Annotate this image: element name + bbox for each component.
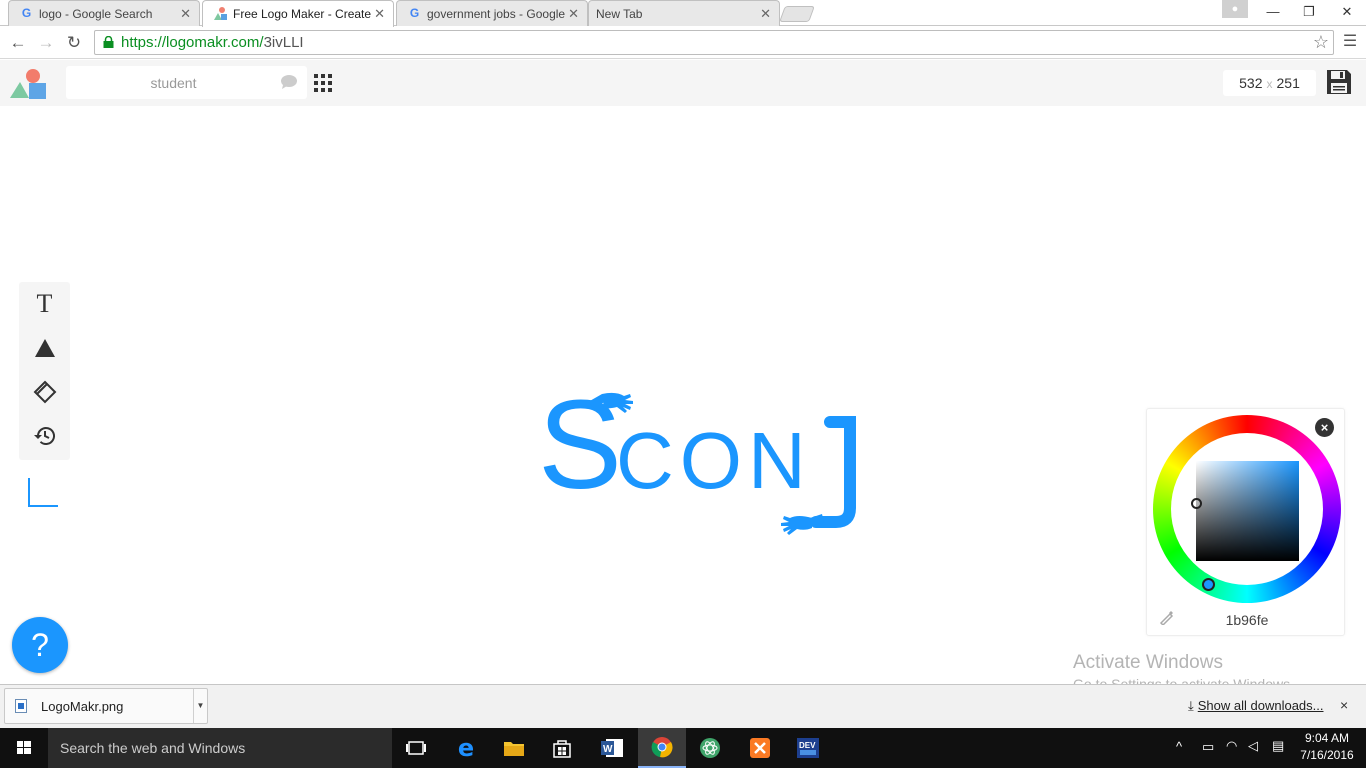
taskbar-clock[interactable]: 9:04 AM 7/16/2016 [1296, 730, 1358, 764]
forward-arrow-icon[interactable]: → [34, 31, 58, 55]
tab-close-icon[interactable]: ✕ [180, 6, 191, 22]
chrome-menu-icon[interactable]: ☰ [1340, 30, 1360, 54]
saturation-handle[interactable] [1191, 498, 1202, 509]
reload-icon[interactable]: ↻ [62, 31, 86, 55]
canvas-width: 532 [1239, 75, 1263, 91]
chrome-icon[interactable] [638, 728, 686, 768]
clock-time: 9:04 AM [1304, 731, 1350, 745]
tab-close-icon[interactable]: ✕ [568, 6, 579, 22]
canvas-logo-artwork[interactable]: S CON J [530, 380, 860, 540]
activate-windows-title: Activate Windows [1073, 652, 1223, 673]
dims-separator: x [1266, 77, 1273, 91]
address-bar[interactable]: https://logomakr.com/3ivLLI ☆ [94, 30, 1334, 55]
image-file-icon [15, 699, 27, 713]
task-view-icon[interactable] [392, 728, 440, 768]
windows-start-icon[interactable] [0, 728, 48, 768]
tab-google-search[interactable]: G logo - Google Search ✕ [8, 0, 200, 26]
hex-color-value[interactable]: 1b96fe [1197, 612, 1297, 628]
tab-new-tab[interactable]: New Tab ✕ [588, 0, 780, 26]
logo-letters-con: CON [616, 416, 812, 505]
battery-icon[interactable]: ▭ [1202, 739, 1214, 755]
wifi-icon[interactable]: ◠ [1226, 738, 1237, 754]
volume-icon[interactable]: ◁ [1248, 738, 1258, 754]
help-button[interactable]: ? [12, 617, 68, 673]
edge-browser-icon[interactable]: e [442, 728, 490, 768]
tab-close-icon[interactable]: ✕ [760, 6, 771, 22]
close-window-button[interactable]: ✕ [1328, 0, 1366, 26]
profile-button[interactable]: ● [1222, 0, 1248, 18]
color-picker-panel: × 1b96fe [1146, 408, 1345, 636]
search-box[interactable] [66, 66, 307, 99]
dev-cpp-icon[interactable]: DEV [784, 728, 832, 768]
tab-logomakr[interactable]: Free Logo Maker - Create ✕ [202, 0, 394, 27]
file-explorer-icon[interactable] [490, 728, 538, 768]
canvas-height: 251 [1276, 75, 1300, 91]
logo-j-stroke [810, 416, 856, 528]
close-shelf-icon[interactable]: × [1340, 697, 1348, 713]
speech-bubble-icon[interactable] [281, 75, 297, 89]
logomakr-logo-icon[interactable] [10, 68, 48, 100]
google-icon: G [21, 6, 32, 20]
hue-handle[interactable] [1202, 578, 1215, 591]
word-icon[interactable]: W [588, 728, 636, 768]
svg-text:W: W [603, 744, 613, 755]
logomakr-icon [213, 6, 228, 21]
canvas-dimensions[interactable]: 532 x 251 [1223, 70, 1316, 96]
tab-close-icon[interactable]: ✕ [374, 6, 385, 22]
saturation-lightness-square[interactable] [1196, 461, 1299, 561]
bookmark-star-icon[interactable]: ☆ [1313, 32, 1329, 53]
xampp-icon[interactable] [736, 728, 784, 768]
store-icon[interactable] [538, 728, 586, 768]
tab-title: Free Logo Maker - Create [233, 7, 372, 21]
taskbar-search-box[interactable]: Search the web and Windows [48, 728, 392, 768]
atom-app-icon[interactable] [686, 728, 734, 768]
eraser-tool-icon[interactable] [19, 372, 70, 412]
new-tab-button[interactable] [779, 6, 815, 22]
svg-text:DEV: DEV [799, 741, 816, 750]
tool-palette: T [19, 282, 70, 460]
show-all-downloads-link[interactable]: ⤓ Show all downloads... [1188, 698, 1324, 714]
back-arrow-icon[interactable]: ← [6, 31, 30, 55]
browser-toolbar: ← → ↻ https://logomakr.com/3ivLLI ☆ [0, 27, 1366, 59]
tab-government-jobs[interactable]: G government jobs - Google ✕ [396, 0, 588, 26]
restore-button[interactable]: ❐ [1290, 0, 1328, 26]
text-tool-icon[interactable]: T [19, 284, 70, 324]
lock-icon [103, 36, 114, 48]
close-icon[interactable]: × [1315, 418, 1334, 437]
search-input[interactable] [66, 66, 281, 99]
url-text: https://logomakr.com/3ivLLI [121, 34, 304, 51]
download-arrow-icon: ⤓ [1188, 698, 1194, 713]
tab-title: New Tab [596, 7, 643, 21]
minimize-button[interactable]: — [1254, 0, 1292, 26]
taskbar-search-placeholder: Search the web and Windows [60, 740, 246, 756]
download-file-name: LogoMakr.png [41, 699, 124, 714]
tab-title: logo - Google Search [39, 7, 153, 21]
google-icon: G [409, 6, 420, 20]
save-floppy-icon[interactable] [1326, 69, 1352, 95]
chevron-down-icon[interactable]: ▼ [193, 689, 207, 723]
download-item[interactable]: LogoMakr.png ▼ [4, 688, 208, 724]
grid-menu-icon[interactable] [314, 74, 332, 92]
chevron-up-icon[interactable]: ^ [1176, 739, 1182, 754]
shapes-tool-icon[interactable] [19, 328, 70, 368]
crop-corner-marker[interactable] [28, 478, 58, 507]
system-tray: ^ ▭ ◠ ◁ ▤ [1170, 728, 1300, 768]
eyedropper-icon[interactable] [1159, 609, 1175, 625]
history-tool-icon[interactable] [19, 416, 70, 456]
clock-date: 7/16/2016 [1300, 748, 1354, 762]
notification-icon[interactable]: ▤ [1272, 738, 1284, 754]
tab-title: government jobs - Google [427, 7, 566, 21]
person-icon: ● [1231, 3, 1239, 15]
